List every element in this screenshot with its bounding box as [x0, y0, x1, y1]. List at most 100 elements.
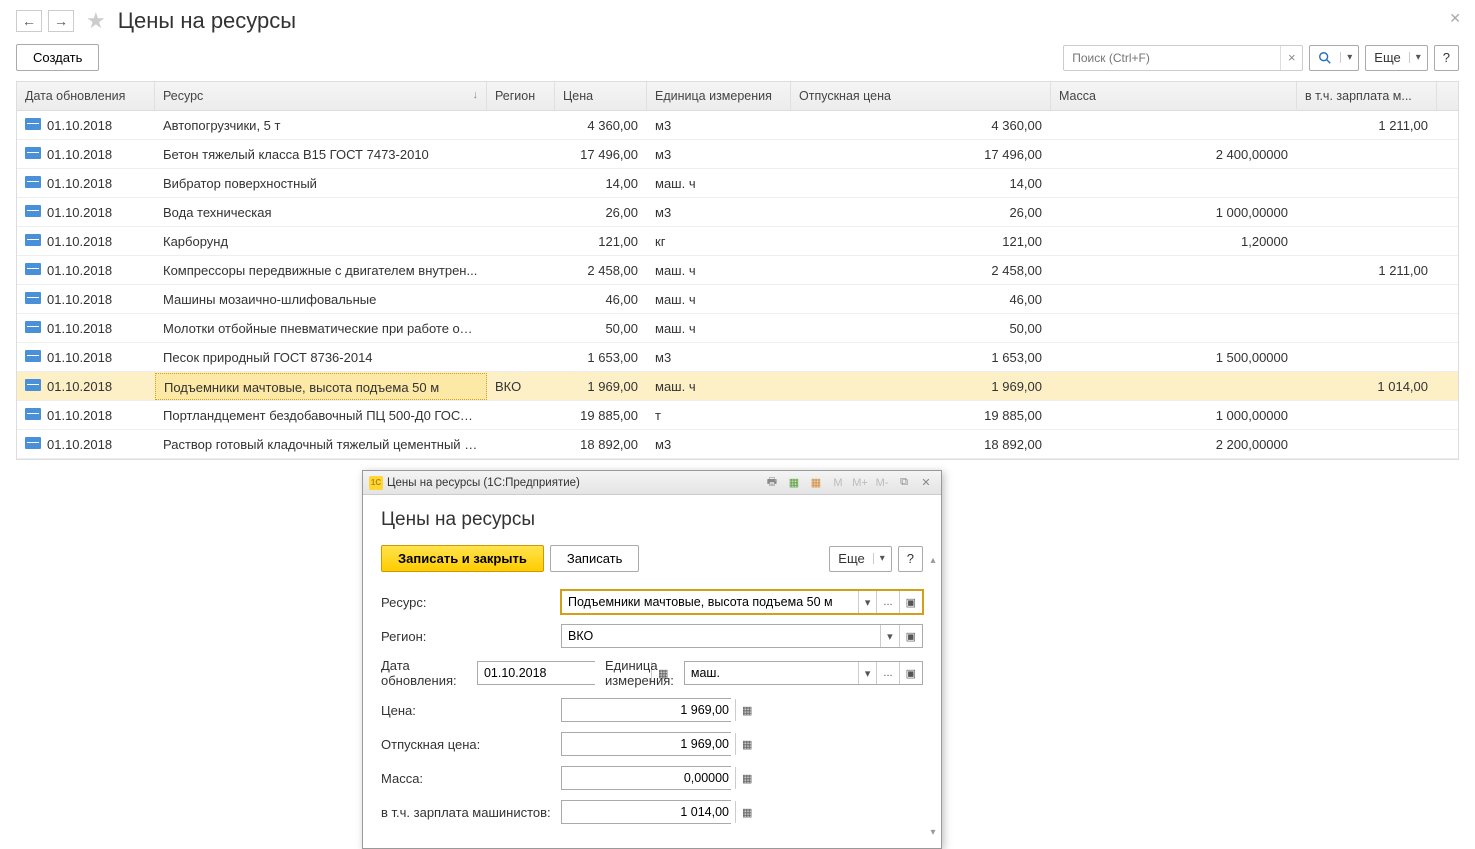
label-price: Цена: — [381, 703, 551, 718]
record-icon — [25, 350, 41, 362]
table-row[interactable]: 01.10.2018Портландцемент бездобавочный П… — [17, 401, 1458, 430]
table-row[interactable]: 01.10.2018Песок природный ГОСТ 8736-2014… — [17, 343, 1458, 372]
dialog-close-button[interactable]: ✕ — [917, 474, 935, 492]
back-button[interactable]: ← — [16, 10, 42, 32]
calculator-icon[interactable]: ▦ — [735, 699, 758, 721]
print-icon[interactable]: 🖶 — [763, 474, 781, 492]
resource-input[interactable] — [562, 591, 858, 613]
cell-unit: маш. ч — [647, 176, 791, 191]
m-plus-button[interactable]: M+ — [851, 474, 869, 492]
dialog-more-button[interactable]: Еще ▾ — [829, 546, 891, 572]
calc-icon[interactable]: ▦ — [785, 474, 803, 492]
label-resource: Ресурс: — [381, 595, 551, 610]
save-close-button[interactable]: Записать и закрыть — [381, 545, 544, 572]
chevron-down-icon[interactable]: ▾ — [858, 591, 877, 613]
help-button[interactable]: ? — [1434, 45, 1459, 71]
cell-date: 01.10.2018 — [17, 147, 155, 162]
dialog-scrollbar[interactable]: ▴ ▾ — [927, 555, 939, 838]
dialog-titlebar[interactable]: 1C Цены на ресурсы (1С:Предприятие) 🖶 ▦ … — [363, 471, 941, 495]
cell-price: 50,00 — [555, 321, 647, 336]
table-row[interactable]: 01.10.2018Машины мозаично-шлифовальные46… — [17, 285, 1458, 314]
release-field[interactable]: ▦ — [561, 732, 731, 756]
app-1c-icon: 1C — [369, 476, 383, 490]
col-price[interactable]: Цена — [555, 82, 647, 110]
calendar-icon[interactable]: ▦ — [807, 474, 825, 492]
ellipsis-button[interactable]: ... — [876, 662, 898, 684]
label-date: Дата обновления: — [381, 658, 467, 688]
m-minus-button[interactable]: M- — [873, 474, 891, 492]
create-button[interactable]: Создать — [16, 44, 99, 71]
table-row[interactable]: 01.10.2018Подъемники мачтовые, высота по… — [17, 372, 1458, 401]
open-icon[interactable]: ▣ — [899, 662, 922, 684]
cell-price: 4 360,00 — [555, 118, 647, 133]
table-header: Дата обновления Ресурс Регион Цена Едини… — [17, 82, 1458, 111]
chevron-down-icon[interactable]: ▾ — [880, 625, 899, 647]
record-icon — [25, 234, 41, 246]
close-page-button[interactable]: ✕ — [1449, 10, 1461, 27]
col-region[interactable]: Регион — [487, 82, 555, 110]
ellipsis-button[interactable]: ... — [876, 591, 898, 613]
table-row[interactable]: 01.10.2018Бетон тяжелый класса В15 ГОСТ … — [17, 140, 1458, 169]
col-resource[interactable]: Ресурс — [155, 82, 487, 110]
open-icon[interactable]: ▣ — [899, 625, 922, 647]
table-row[interactable]: 01.10.2018Карборунд121,00кг121,001,20000 — [17, 227, 1458, 256]
calculator-icon[interactable]: ▦ — [735, 733, 758, 755]
search-dropdown-button[interactable]: ▾ — [1309, 45, 1359, 71]
search-field[interactable]: × — [1063, 45, 1303, 71]
chevron-down-icon[interactable]: ▾ — [858, 662, 877, 684]
cell-date: 01.10.2018 — [17, 205, 155, 220]
cell-resource: Портландцемент бездобавочный ПЦ 500-Д0 Г… — [155, 408, 487, 423]
unit-input[interactable] — [685, 662, 858, 684]
mass-field[interactable]: ▦ — [561, 766, 731, 790]
region-input[interactable] — [562, 625, 880, 647]
release-input[interactable] — [562, 733, 735, 755]
table-row[interactable]: 01.10.2018Вода техническая26,00м326,001 … — [17, 198, 1458, 227]
col-date[interactable]: Дата обновления — [17, 82, 155, 110]
price-field[interactable]: ▦ — [561, 698, 731, 722]
forward-button[interactable]: → — [48, 10, 74, 32]
col-mass[interactable]: Масса — [1051, 82, 1297, 110]
salary-field[interactable]: ▦ — [561, 800, 731, 824]
calculator-icon[interactable]: ▦ — [735, 801, 758, 823]
salary-input[interactable] — [562, 801, 735, 823]
cell-salary: 1 211,00 — [1297, 118, 1437, 133]
price-input[interactable] — [562, 699, 735, 721]
save-button[interactable]: Записать — [550, 545, 640, 572]
cell-unit: маш. ч — [647, 263, 791, 278]
mass-input[interactable] — [562, 767, 735, 789]
m-button[interactable]: M — [829, 474, 847, 492]
cell-mass: 2 200,00000 — [1051, 437, 1297, 452]
region-field[interactable]: ▾ ▣ — [561, 624, 923, 648]
cell-unit: м3 — [647, 437, 791, 452]
table-row[interactable]: 01.10.2018Автопогрузчики, 5 т4 360,00м34… — [17, 111, 1458, 140]
resources-table: Дата обновления Ресурс Регион Цена Едини… — [16, 81, 1459, 460]
favorite-star-icon[interactable]: ★ — [86, 8, 106, 34]
cell-release: 17 496,00 — [791, 147, 1051, 162]
dialog-heading: Цены на ресурсы — [381, 509, 923, 531]
cell-release: 46,00 — [791, 292, 1051, 307]
cell-resource: Автопогрузчики, 5 т — [155, 118, 487, 133]
more-button[interactable]: Еще ▾ — [1365, 45, 1427, 71]
table-row[interactable]: 01.10.2018Раствор готовый кладочный тяже… — [17, 430, 1458, 459]
resource-field[interactable]: ▾ ... ▣ — [561, 590, 923, 614]
table-row[interactable]: 01.10.2018Вибратор поверхностный14,00маш… — [17, 169, 1458, 198]
search-clear-button[interactable]: × — [1280, 46, 1302, 70]
cell-price: 1 653,00 — [555, 350, 647, 365]
dialog-restore-icon[interactable]: ⧉ — [895, 474, 913, 492]
table-row[interactable]: 01.10.2018Компрессоры передвижные с двиг… — [17, 256, 1458, 285]
col-salary[interactable]: в т.ч. зарплата м... — [1297, 82, 1437, 110]
col-unit[interactable]: Единица измерения — [647, 82, 791, 110]
open-icon[interactable]: ▣ — [899, 591, 922, 613]
dialog-help-button[interactable]: ? — [898, 546, 923, 572]
calculator-icon[interactable]: ▦ — [735, 767, 758, 789]
cell-resource: Подъемники мачтовые, высота подъема 50 м — [155, 373, 487, 400]
table-row[interactable]: 01.10.2018Молотки отбойные пневматически… — [17, 314, 1458, 343]
col-release[interactable]: Отпускная цена — [791, 82, 1051, 110]
search-input[interactable] — [1064, 51, 1280, 65]
date-field[interactable]: ▦ — [477, 661, 595, 685]
cell-date: 01.10.2018 — [17, 263, 155, 278]
label-mass: Масса: — [381, 771, 551, 786]
cell-release: 4 360,00 — [791, 118, 1051, 133]
unit-field[interactable]: ▾ ... ▣ — [684, 661, 923, 685]
cell-unit: кг — [647, 234, 791, 249]
